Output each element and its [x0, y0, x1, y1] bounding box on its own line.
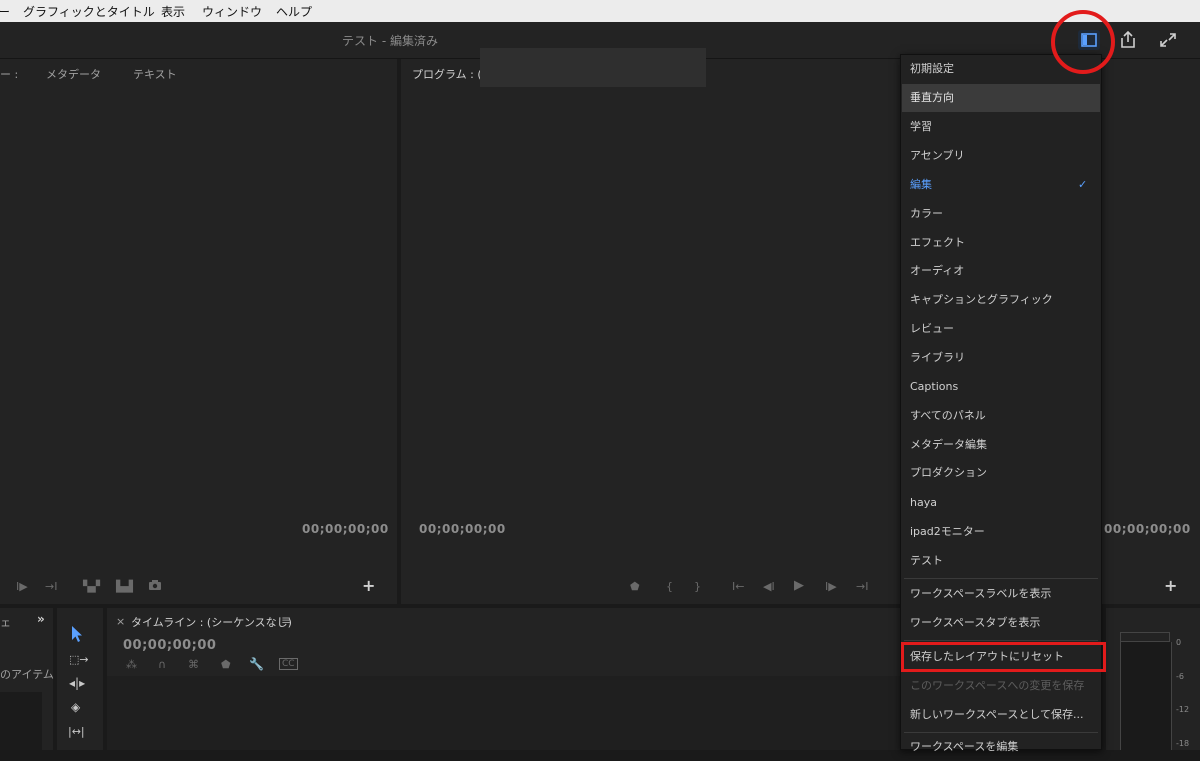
- menu-item-show-labels[interactable]: ワークスペースラベルを表示: [902, 580, 1100, 608]
- camera-icon[interactable]: [148, 579, 162, 594]
- menu-item-show-tabs[interactable]: ワークスペースタブを表示: [902, 609, 1100, 637]
- menu-separator: [904, 578, 1098, 579]
- meter-peak-bar: [1120, 632, 1170, 642]
- menu-item-haya[interactable]: haya: [902, 489, 1100, 517]
- mark-out-icon[interactable]: }: [694, 580, 701, 593]
- overwrite-icon[interactable]: ▙▟: [116, 580, 133, 593]
- redacted-area: [480, 48, 706, 87]
- program-timecode[interactable]: 00;00;00;00: [419, 522, 506, 536]
- insert-icon[interactable]: ▚▞: [83, 580, 100, 593]
- meter-label: -18: [1176, 739, 1190, 748]
- menu-item-all-panels[interactable]: すべてのパネル: [902, 402, 1100, 430]
- menu-bar: ー グラフィックとタイトル 表示 ウィンドウ ヘルプ: [0, 0, 1200, 22]
- wrench-icon[interactable]: 🔧: [249, 657, 264, 671]
- meter-label: -12: [1176, 705, 1190, 714]
- mark-in-icon[interactable]: {: [666, 580, 673, 593]
- plus-icon[interactable]: +: [362, 576, 375, 595]
- meter-label: -6: [1176, 672, 1184, 681]
- go-to-in-icon[interactable]: I←: [732, 580, 744, 593]
- menu-item-learning[interactable]: 学習: [902, 113, 1100, 141]
- menu-item-edit-workspaces[interactable]: ワークスペースを編集: [902, 733, 1100, 761]
- menu-item-libraries[interactable]: ライブラリ: [902, 344, 1100, 372]
- menu-item-effects[interactable]: エフェクト: [902, 229, 1100, 257]
- project-items-label: のアイテム: [0, 668, 54, 681]
- tab-text[interactable]: テキスト: [133, 66, 177, 82]
- razor-icon[interactable]: ◈: [71, 700, 80, 714]
- tab-metadata[interactable]: メタデータ: [46, 66, 101, 82]
- timeline-timecode[interactable]: 00;00;00;00: [123, 638, 216, 653]
- menu-item-captions-graphics[interactable]: キャプションとグラフィック: [902, 286, 1100, 314]
- fullscreen-icon[interactable]: [1157, 30, 1179, 50]
- timeline-title[interactable]: タイムライン : (シーケンスなし): [131, 614, 292, 630]
- selection-tool-icon[interactable]: [69, 625, 85, 646]
- meter-channels: [1120, 642, 1172, 750]
- menu-separator: [904, 640, 1098, 641]
- annotation-circle: [1051, 10, 1115, 74]
- menu-item-assembly[interactable]: アセンブリ: [902, 142, 1100, 170]
- go-to-out-icon[interactable]: →I: [856, 580, 868, 593]
- marker-icon[interactable]: ⬟: [630, 580, 640, 593]
- project-bin-area[interactable]: [0, 692, 42, 750]
- menu-item-view[interactable]: 表示: [161, 3, 185, 20]
- timeline-panel: × タイムライン : (シーケンスなし) ≡ 00;00;00;00 ⁂ ∩ ⌘…: [107, 608, 900, 750]
- menu-item-captions[interactable]: Captions: [902, 373, 1100, 401]
- tab-project-partial[interactable]: ェ: [0, 614, 11, 630]
- step-forward-icon[interactable]: I▶: [825, 580, 837, 593]
- plus-icon[interactable]: +: [1164, 576, 1177, 595]
- menu-item-review[interactable]: レビュー: [902, 315, 1100, 343]
- step-back-icon[interactable]: ◀I: [763, 580, 775, 593]
- menu-item-test[interactable]: テスト: [902, 547, 1100, 575]
- cc-icon[interactable]: CC: [279, 658, 298, 670]
- menu-item-editing-label: 編集: [910, 178, 932, 191]
- slip-icon[interactable]: |↔|: [68, 725, 85, 738]
- timeline-close-icon[interactable]: ×: [116, 615, 125, 628]
- panel-overflow-icon[interactable]: »: [37, 612, 45, 626]
- timeline-track-area[interactable]: [107, 676, 900, 750]
- menu-item-save-as-new[interactable]: 新しいワークスペースとして保存...: [902, 701, 1100, 729]
- menu-item-metadata-editing[interactable]: メタデータ編集: [902, 431, 1100, 459]
- menu-item-editing[interactable]: 編集 ✓: [902, 171, 1100, 199]
- window-title: テスト - 編集済み: [342, 34, 438, 48]
- audio-meter-panel: 0 -6 -12 -18: [1106, 608, 1200, 750]
- menu-item-partial[interactable]: ー: [0, 3, 10, 20]
- step-forward-icon[interactable]: I▶: [16, 580, 28, 593]
- panel-menu-icon[interactable]: ≡: [281, 613, 291, 627]
- share-icon[interactable]: [1117, 30, 1139, 50]
- ripple-edit-icon[interactable]: ◂|▸: [69, 676, 85, 690]
- source-timecode[interactable]: 00;00;00;00: [302, 522, 389, 536]
- add-marker-icon[interactable]: ⬟: [221, 658, 231, 671]
- menu-item-help[interactable]: ヘルプ: [276, 3, 312, 20]
- menu-item-window[interactable]: ウィンドウ: [202, 3, 262, 20]
- annotation-rectangle: [901, 642, 1106, 672]
- play-icon[interactable]: ▶: [794, 578, 804, 593]
- menu-item-production[interactable]: プロダクション: [902, 459, 1100, 487]
- menu-item-audio[interactable]: オーディオ: [902, 257, 1100, 285]
- menu-item-save-changes: このワークスペースへの変更を保存: [910, 679, 1085, 692]
- source-monitor-panel: ー : メタデータ テキスト 00;00;00;00 I▶ →I ▚▞ ▙▟ +: [0, 59, 397, 604]
- menu-item-color[interactable]: カラー: [902, 200, 1100, 228]
- linked-selection-icon[interactable]: ⌘: [188, 658, 199, 671]
- menu-item-graphics[interactable]: グラフィックとタイトル: [23, 3, 155, 20]
- checkmark-icon: ✓: [1078, 178, 1088, 191]
- project-panel: ェ » のアイテム: [0, 608, 54, 750]
- go-to-out-icon[interactable]: →I: [45, 580, 57, 593]
- meter-label: 0: [1176, 638, 1182, 647]
- snap-icon[interactable]: ∩: [158, 658, 166, 671]
- tools-panel: ⬚→ ◂|▸ ◈ |↔|: [57, 608, 103, 750]
- track-select-icon[interactable]: ⬚→: [69, 653, 89, 666]
- nest-icon[interactable]: ⁂: [126, 658, 137, 671]
- tab-source-partial[interactable]: ー :: [0, 66, 18, 82]
- program-duration: 00;00;00;00: [1104, 522, 1191, 536]
- menu-item-ipad2-monitor[interactable]: ipad2モニター: [902, 518, 1100, 546]
- menu-item-vertical[interactable]: 垂直方向: [902, 84, 1100, 112]
